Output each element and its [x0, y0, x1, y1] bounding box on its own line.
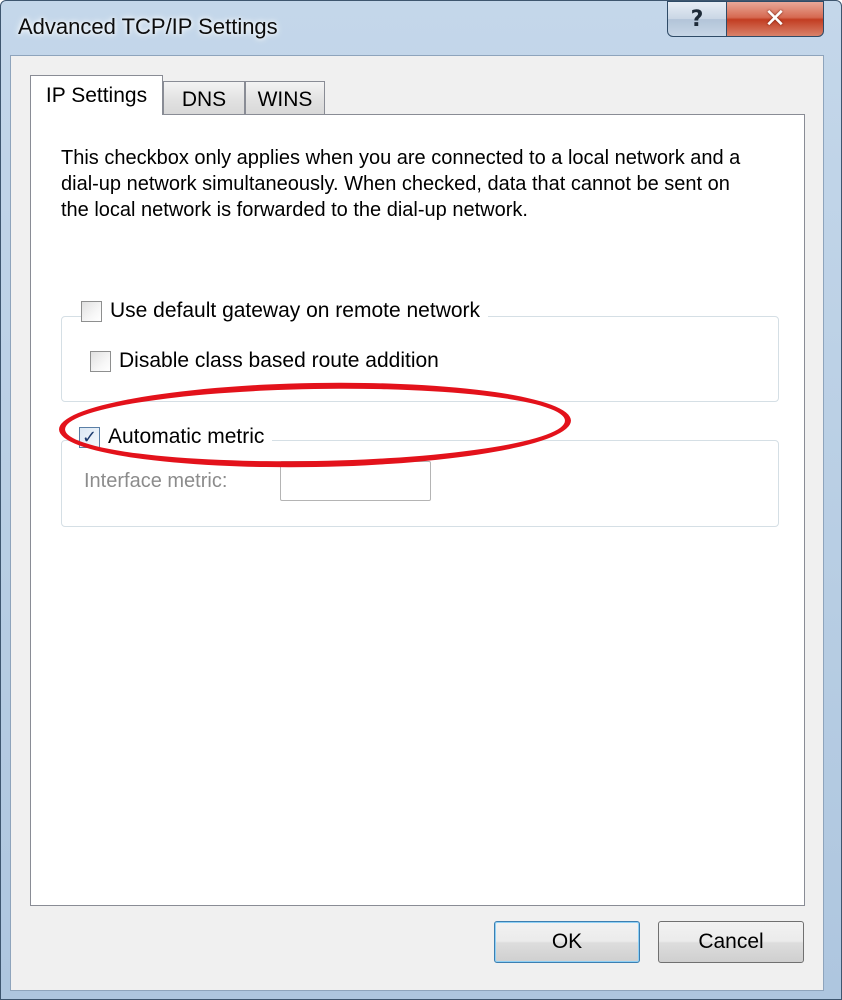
title-bar[interactable]: Advanced TCP/IP Settings ? ✕ — [1, 1, 841, 55]
help-button[interactable]: ? — [667, 1, 727, 37]
ok-button[interactable]: OK — [494, 921, 640, 963]
description-text: This checkbox only applies when you are … — [61, 147, 741, 221]
dialog-window: Advanced TCP/IP Settings ? ✕ IP Settings… — [0, 0, 842, 1000]
tab-wins[interactable]: WINS — [245, 81, 325, 117]
automatic-metric-option[interactable]: ✓ Automatic metric — [79, 425, 273, 449]
close-icon: ✕ — [764, 4, 786, 34]
automatic-metric-label: Automatic metric — [108, 425, 265, 448]
tab-ip-settings[interactable]: IP Settings — [30, 75, 163, 115]
use-default-gateway-label: Use default gateway on remote network — [110, 299, 481, 322]
tab-dns[interactable]: DNS — [163, 81, 245, 117]
interface-metric-input — [280, 461, 431, 501]
use-default-gateway-checkbox[interactable] — [81, 300, 102, 322]
disable-class-route-label: Disable class based route addition — [119, 349, 439, 372]
help-icon: ? — [690, 6, 704, 32]
disable-class-route-checkbox[interactable] — [90, 350, 111, 372]
automatic-metric-checkbox[interactable]: ✓ — [79, 426, 100, 448]
dialog-client-area: IP Settings DNS WINS This checkbox only … — [10, 55, 824, 991]
checkmark-icon: ✓ — [81, 427, 98, 447]
use-default-gateway-option[interactable]: Use default gateway on remote network — [81, 299, 489, 323]
interface-metric-label: Interface metric: — [84, 470, 228, 492]
disable-class-route-option[interactable]: Disable class based route addition — [90, 349, 447, 373]
cancel-button[interactable]: Cancel — [658, 921, 804, 963]
close-button[interactable]: ✕ — [726, 1, 824, 37]
tab-panel-ip-settings: This checkbox only applies when you are … — [30, 114, 805, 906]
window-title: Advanced TCP/IP Settings — [18, 14, 278, 39]
